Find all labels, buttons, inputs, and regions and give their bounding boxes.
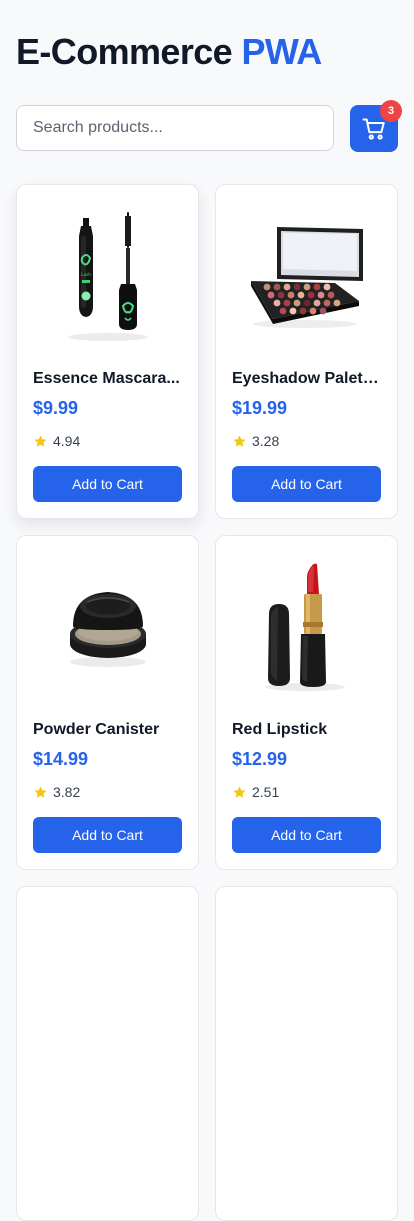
product-card[interactable]: Red Lipstick $12.99 2.51 Add to Cart [215, 535, 398, 870]
eyeshadow-palette-image [232, 201, 381, 351]
rating-value: 4.94 [53, 433, 81, 449]
product-card[interactable]: Eyeshadow Palett... $19.99 3.28 Add to C… [215, 184, 398, 519]
add-to-cart-button[interactable]: Add to Cart [33, 817, 182, 853]
star-icon [233, 785, 246, 798]
product-rating: 3.28 [232, 433, 279, 449]
add-to-cart-button[interactable]: Add to Cart [232, 466, 381, 502]
cart-icon [362, 117, 386, 141]
powder-canister-image [33, 552, 182, 702]
red-lipstick-image [232, 552, 381, 702]
product-price: $14.99 [33, 749, 89, 769]
product-rating: 3.82 [33, 784, 80, 800]
add-to-cart-button[interactable]: Add to Cart [232, 817, 381, 853]
product-page: E-Commerce PWA 3 [0, 0, 414, 1221]
star-icon [34, 785, 47, 798]
mascara-image: Lash [33, 201, 182, 351]
product-price: $19.99 [232, 398, 288, 418]
product-rating: 4.94 [33, 433, 80, 449]
product-rating: 2.51 [232, 784, 279, 800]
star-icon [34, 434, 47, 447]
product-card[interactable] [16, 886, 199, 1221]
product-price: $9.99 [33, 398, 79, 418]
star-icon [233, 434, 246, 447]
product-card[interactable]: Powder Canister $14.99 3.82 Add to Cart [16, 535, 199, 870]
cart-button[interactable]: 3 [350, 100, 402, 152]
page-title: E-Commerce PWA [16, 30, 322, 74]
product-name: Powder Canister [33, 721, 160, 738]
rating-value: 2.51 [252, 784, 280, 800]
page-title-accent: PWA [241, 31, 323, 72]
rating-value: 3.82 [53, 784, 81, 800]
cart-count-badge: 3 [380, 100, 402, 122]
search-input[interactable] [16, 105, 334, 151]
add-to-cart-button[interactable]: Add to Cart [33, 466, 182, 502]
product-name: Eyeshadow Palett... [232, 370, 381, 387]
product-card[interactable]: Lash Essence Mascara... $9.99 4.94 Add t… [16, 184, 199, 519]
product-price: $12.99 [232, 749, 288, 769]
search-bar: 3 [16, 100, 402, 152]
product-name: Essence Mascara... [33, 370, 180, 387]
product-card[interactable] [215, 886, 398, 1221]
product-name: Red Lipstick [232, 721, 328, 738]
page-title-main: E-Commerce [16, 31, 233, 72]
rating-value: 3.28 [252, 433, 280, 449]
svg-text:Lash: Lash [81, 272, 91, 277]
